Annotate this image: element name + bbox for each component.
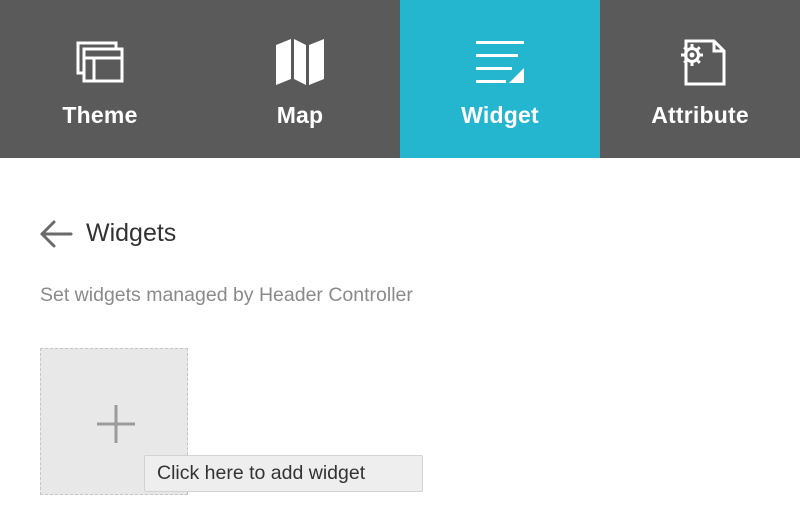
attribute-gear-icon: [670, 36, 730, 88]
tab-label: Attribute: [651, 102, 749, 128]
tab-label: Widget: [461, 102, 539, 128]
tab-label: Map: [276, 102, 324, 128]
widget-icon: [470, 36, 530, 88]
page-title: Widgets: [86, 219, 177, 247]
tab-attribute[interactable]: Attribute: [600, 0, 800, 158]
tab-map[interactable]: Map: [200, 0, 400, 158]
add-widget-tooltip: Click here to add widget: [144, 455, 423, 492]
tab-theme[interactable]: Theme: [0, 0, 200, 158]
tab-widget[interactable]: Widget: [400, 0, 600, 158]
map-icon: [270, 36, 330, 88]
tab-label: Theme: [62, 102, 138, 128]
plus-icon: [97, 405, 135, 443]
tab-bar: Theme Map Widget Attribute: [0, 0, 800, 158]
widgets-panel: Widgets Set widgets managed by Header Co…: [0, 158, 800, 522]
theme-icon: [70, 36, 130, 88]
panel-description: Set widgets managed by Header Controller: [40, 284, 413, 306]
back-arrow-icon[interactable]: [38, 218, 74, 250]
